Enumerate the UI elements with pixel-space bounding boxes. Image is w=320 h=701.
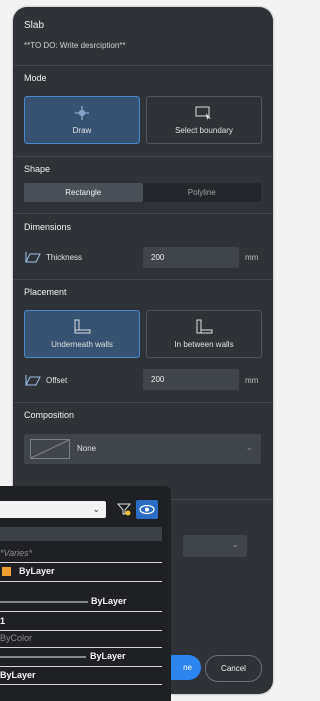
visibility-toggle[interactable] bbox=[136, 500, 158, 519]
hidden-dropdown[interactable]: ⌄ bbox=[183, 535, 247, 557]
eye-icon bbox=[139, 504, 155, 515]
thickness-unit: mm bbox=[245, 253, 259, 262]
in-between-walls-icon bbox=[196, 319, 213, 334]
composition-value: None bbox=[77, 444, 97, 453]
offset-icon bbox=[25, 375, 41, 386]
plotstyle-value: ByColor bbox=[0, 633, 33, 643]
thickness-input[interactable]: 200 bbox=[143, 247, 239, 268]
dimensions-section-label: Dimensions bbox=[24, 222, 72, 232]
row-divider bbox=[0, 630, 162, 631]
thickness-label: Thickness bbox=[46, 252, 83, 262]
shape-segmented-control: Rectangle Polyline bbox=[24, 183, 261, 202]
varies-value: *Varies* bbox=[0, 548, 33, 558]
offset-input[interactable]: 200 bbox=[143, 369, 239, 390]
mode-select-boundary-button[interactable]: Select boundary bbox=[146, 96, 262, 144]
transparency-value[interactable]: ByLayer bbox=[0, 670, 36, 680]
row-divider bbox=[0, 581, 162, 582]
chevron-down-icon: ⌄ bbox=[245, 442, 253, 452]
filter-icon[interactable] bbox=[117, 502, 131, 516]
divider bbox=[13, 279, 273, 280]
select-boundary-icon bbox=[195, 106, 211, 120]
row-divider bbox=[0, 684, 162, 685]
offset-row-label: Offset bbox=[24, 373, 67, 387]
mode-draw-button[interactable]: Draw bbox=[24, 96, 140, 144]
chevron-down-icon: ⌄ bbox=[92, 504, 100, 514]
placement-underneath-walls-label: Underneath walls bbox=[51, 340, 113, 349]
shape-rectangle-option[interactable]: Rectangle bbox=[24, 183, 143, 202]
chevron-down-icon: ⌄ bbox=[231, 539, 239, 549]
mode-section-label: Mode bbox=[24, 73, 47, 83]
placement-underneath-walls-button[interactable]: Underneath walls bbox=[24, 310, 140, 358]
composition-section-label: Composition bbox=[24, 410, 75, 420]
property-header-bar bbox=[0, 527, 162, 541]
placement-section-label: Placement bbox=[24, 287, 67, 297]
linetype-preview bbox=[0, 601, 88, 603]
color-value[interactable]: ByLayer bbox=[19, 566, 55, 576]
cancel-button[interactable]: Cancel bbox=[205, 655, 262, 682]
lineweight-value[interactable]: ByLayer bbox=[90, 651, 126, 661]
panel-title: Slab bbox=[24, 20, 45, 31]
properties-popup: ⌄ *Varies* ByLayer ByLayer 1 ByColor ByL… bbox=[0, 486, 171, 701]
row-divider bbox=[0, 562, 162, 563]
shape-section-label: Shape bbox=[24, 164, 51, 174]
row-divider bbox=[0, 611, 162, 612]
shape-polyline-option[interactable]: Polyline bbox=[143, 183, 262, 202]
thickness-row-label: Thickness bbox=[24, 250, 82, 264]
crosshair-icon bbox=[75, 106, 89, 120]
mode-draw-label: Draw bbox=[72, 126, 92, 135]
composition-preview-icon bbox=[30, 439, 70, 459]
composition-dropdown[interactable]: None ⌄ bbox=[24, 434, 261, 464]
lineweight-preview bbox=[0, 656, 86, 658]
placement-in-between-walls-label: In between walls bbox=[174, 340, 234, 349]
scale-value[interactable]: 1 bbox=[0, 616, 5, 626]
divider bbox=[13, 213, 273, 214]
thickness-icon bbox=[25, 252, 41, 263]
mode-select-boundary-label: Select boundary bbox=[175, 126, 233, 135]
color-swatch bbox=[2, 567, 11, 576]
row-divider bbox=[0, 666, 162, 667]
panel-description: **TO DO: Write desrciption** bbox=[24, 41, 126, 50]
layer-select[interactable]: ⌄ bbox=[0, 501, 106, 518]
offset-unit: mm bbox=[245, 376, 259, 385]
divider bbox=[13, 156, 273, 157]
divider bbox=[13, 65, 273, 66]
offset-label: Offset bbox=[46, 375, 68, 385]
row-divider bbox=[0, 647, 162, 648]
linetype-value[interactable]: ByLayer bbox=[91, 596, 127, 606]
underneath-walls-icon bbox=[74, 319, 91, 334]
divider bbox=[13, 402, 273, 403]
placement-in-between-walls-button[interactable]: In between walls bbox=[146, 310, 262, 358]
